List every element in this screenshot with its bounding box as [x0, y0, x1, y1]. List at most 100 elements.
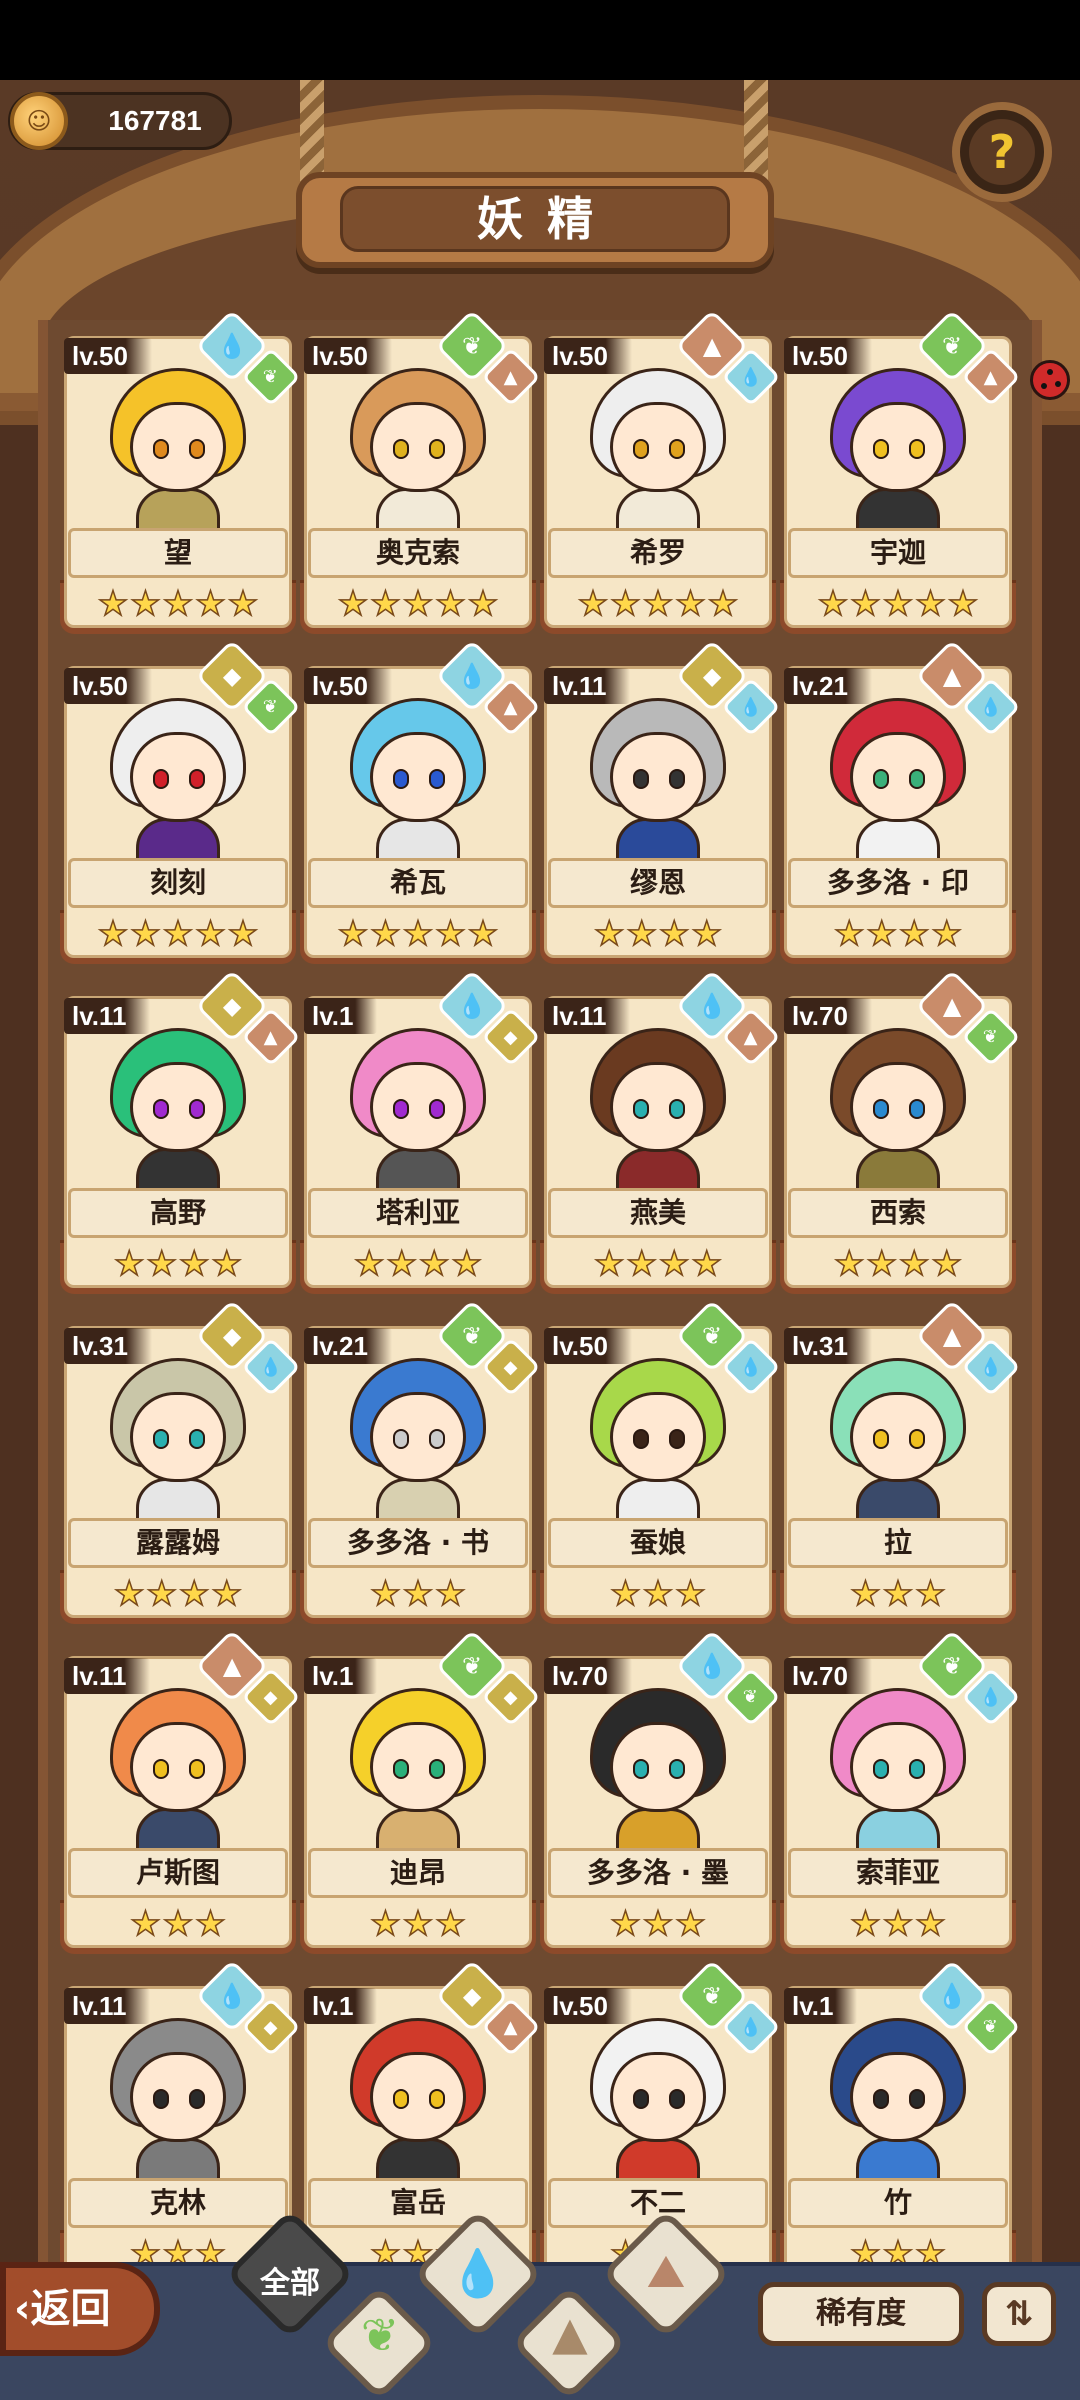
fairy-card[interactable]: lv.50 💧 ❦ 望 ★ ★ ★ ★ ★ — [60, 309, 301, 634]
fairy-name: 克林 — [68, 2178, 288, 2228]
star-icon: ★ — [97, 583, 129, 625]
star-icon: ★ — [914, 1573, 946, 1615]
fairy-card[interactable]: lv.70 💧 ❦ 多多洛 · 墨 ★ ★ ★ — [540, 1629, 781, 1954]
star-rating: ★★★ — [60, 1903, 296, 1945]
fairy-card[interactable]: lv.1 💧 ◆ 塔利亚 ★ ★ ★ ★ — [300, 969, 541, 1294]
star-icon: ★ — [833, 913, 865, 955]
star-rating: ★ ★ ★ ★ — [60, 1573, 296, 1615]
fairy-portrait — [92, 360, 264, 556]
star-icon: ★ — [707, 583, 739, 625]
level-label: lv.70 — [544, 1658, 632, 1694]
portrait-face — [610, 732, 706, 822]
star-icon: ★ — [434, 583, 466, 625]
fairy-name: 希瓦 — [308, 858, 528, 908]
cabinet-post-right — [1042, 300, 1080, 2280]
fairy-portrait — [92, 690, 264, 886]
star-icon: ★ — [211, 1243, 243, 1285]
star-icon: ★ — [194, 583, 226, 625]
level-label: lv.11 — [64, 998, 151, 1034]
fairy-name: 缪恩 — [548, 858, 768, 908]
fairy-portrait — [332, 1350, 504, 1546]
level-label: lv.1 — [784, 1988, 858, 2024]
star-icon: ★ — [130, 1903, 162, 1945]
fairy-card[interactable]: lv.11 ▲ ◆ 卢斯图 ★ ★ ★ — [60, 1629, 301, 1954]
sort-by-rarity-button[interactable]: 稀有度 — [758, 2282, 964, 2346]
star-icon: ★ — [370, 1903, 402, 1945]
fairy-card[interactable]: lv.31 ▲ 💧 拉 ★ ★ ★ — [780, 1299, 1021, 1624]
fairy-portrait — [332, 2010, 504, 2206]
fairy-card[interactable]: lv.50 ◆ ❦ 刻刻 ★ ★ ★ ★ ★ — [60, 639, 301, 964]
star-icon: ★ — [626, 1243, 658, 1285]
fairy-name: 迪昂 — [308, 1848, 528, 1898]
fairy-card[interactable]: lv.50 ❦ ▲ 宇迦 ★ ★ ★ ★ ★ — [780, 309, 1021, 634]
star-icon: ★ — [353, 1243, 385, 1285]
star-icon: ★ — [626, 913, 658, 955]
star-icon: ★ — [610, 1903, 642, 1945]
star-rating: ★★★ — [300, 1903, 536, 1945]
star-icon: ★ — [162, 1903, 194, 1945]
back-button[interactable]: ‹返回 — [0, 2262, 160, 2356]
fairy-card[interactable]: lv.21 ❦ ◆ 多多洛 · 书 ★ ★ ★ — [300, 1299, 541, 1624]
portrait-eye — [633, 439, 649, 459]
star-icon: ★ — [658, 913, 690, 955]
portrait-eye — [873, 2089, 889, 2109]
portrait-eye — [429, 1429, 445, 1449]
fairy-card[interactable]: lv.11 💧 ▲ 燕美 ★ ★ ★ ★ — [540, 969, 781, 1294]
fairy-portrait — [92, 1680, 264, 1876]
fairy-card[interactable]: lv.1 💧 ❦ 竹 ★ ★ ★ — [780, 1959, 1021, 2284]
level-label: lv.1 — [304, 1658, 378, 1694]
fairy-name: 卢斯图 — [68, 1848, 288, 1898]
fairy-name: 竹 — [788, 2178, 1008, 2228]
fairy-card[interactable]: lv.21 ▲ 💧 多多洛 · 印 ★ ★ ★ ★ — [780, 639, 1021, 964]
fairy-card[interactable]: lv.31 ◆ 💧 露露姆 ★ ★ ★ ★ — [60, 1299, 301, 1624]
star-icon: ★ — [898, 913, 930, 955]
portrait-eye — [909, 1759, 925, 1779]
star-rating: ★ ★ ★ ★ ★ — [540, 583, 776, 625]
portrait-eye — [153, 439, 169, 459]
portrait-face — [370, 1722, 466, 1812]
star-rating: ★ ★ ★ ★ ★ — [300, 583, 536, 625]
star-rating: ★★★ — [780, 1573, 1016, 1615]
portrait-eye — [393, 1759, 409, 1779]
level-label: lv.21 — [304, 1328, 392, 1364]
portrait-face — [130, 1722, 226, 1812]
fairy-card[interactable]: lv.70 ▲ ❦ 西索 ★ ★ ★ ★ — [780, 969, 1021, 1294]
level-label: lv.31 — [784, 1328, 872, 1364]
star-icon: ★ — [178, 1573, 210, 1615]
page-title: 妖精 — [340, 186, 730, 252]
fairy-card[interactable]: lv.50 💧 ▲ 希瓦 ★ ★ ★ ★ ★ — [300, 639, 541, 964]
level-label: lv.11 — [64, 1658, 151, 1694]
star-icon: ★ — [467, 913, 499, 955]
star-icon: ★ — [402, 913, 434, 955]
portrait-eye — [909, 1099, 925, 1119]
fairy-card[interactable]: lv.11 ◆ 💧 缪恩 ★ ★ ★ ★ — [540, 639, 781, 964]
fairy-card[interactable]: lv.11 ◆ ▲ 高野 ★ ★ ★ ★ — [60, 969, 301, 1294]
star-icon: ★ — [850, 1573, 882, 1615]
portrait-eye — [873, 1429, 889, 1449]
portrait-eye — [909, 1429, 925, 1449]
star-icon: ★ — [931, 913, 963, 955]
portrait-eye — [429, 1099, 445, 1119]
fairy-card[interactable]: lv.1 ❦ ◆ 迪昂 ★ ★ ★ — [300, 1629, 541, 1954]
portrait-face — [610, 1392, 706, 1482]
portrait-face — [370, 1392, 466, 1482]
fairy-card[interactable]: lv.70 ❦ 💧 索菲亚 ★ ★ ★ — [780, 1629, 1021, 1954]
fairy-card[interactable]: lv.50 ▲ 💧 希罗 ★ ★ ★ ★ ★ — [540, 309, 781, 634]
star-icon: ★ — [817, 583, 849, 625]
star-rating: ★ ★ ★ ★ ★ — [60, 583, 296, 625]
fairy-name: 蚕娘 — [548, 1518, 768, 1568]
star-icon: ★ — [642, 583, 674, 625]
star-icon: ★ — [194, 1903, 226, 1945]
coin-icon: ☺ — [10, 92, 68, 150]
fairy-portrait — [572, 1680, 744, 1876]
help-button[interactable]: ? — [952, 102, 1052, 202]
star-icon: ★ — [931, 1243, 963, 1285]
portrait-eye — [393, 1429, 409, 1449]
fairy-name: 塔利亚 — [308, 1188, 528, 1238]
star-icon: ★ — [833, 1243, 865, 1285]
fairy-card[interactable]: lv.50 ❦ 💧 蚕娘 ★ ★ ★ — [540, 1299, 781, 1624]
fairy-card[interactable]: lv.50 ❦ ▲ 奥克索 ★ ★ ★ ★ ★ — [300, 309, 541, 634]
sort-order-button[interactable]: ⇅ — [982, 2282, 1056, 2346]
ladybug-icon[interactable] — [1030, 360, 1070, 400]
star-icon: ★ — [674, 1903, 706, 1945]
